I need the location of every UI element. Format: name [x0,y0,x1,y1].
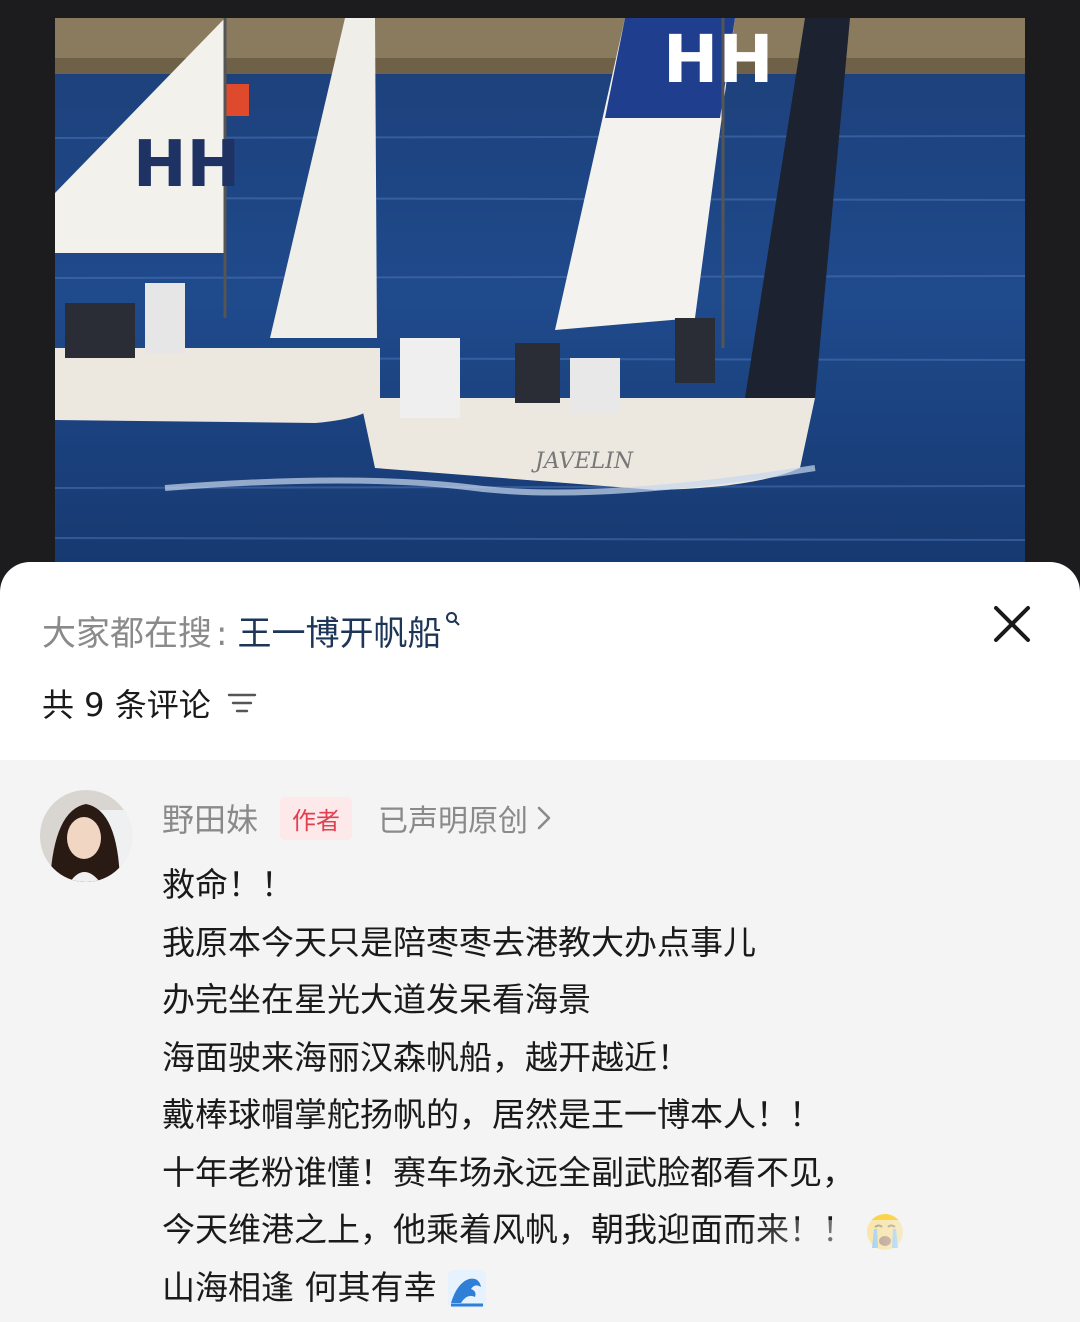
trending-search-prefix: 大家都在搜 [42,614,212,654]
water-wave-icon [447,1270,486,1308]
chevron-right-icon [537,806,551,830]
avatar[interactable] [40,790,132,882]
svg-text:JAVELIN: JAVELIN [531,449,634,474]
comment-line: 十年老粉谁懂！赛车场永远全副武脸都看不见， [162,1152,855,1192]
original-declared-link[interactable]: 已声明原创 [378,796,528,840]
comments-sheet: 大家都在搜 : 王一博开帆船 共 9 条评论 野田妹 作者 已声明原创 救命！！… [0,562,1080,1322]
comments-count: 共 9 条评论 [42,686,211,724]
comment-line: 办完坐在星光大道发呆看海景 [162,980,591,1019]
comment-line: 救命！！ [162,865,294,904]
search-icon [446,612,461,626]
close-icon[interactable] [990,602,1034,646]
post-photo: HH HH JAVELIN [55,18,1025,578]
bottom-fade [740,1220,1080,1322]
comment-item: 野田妹 作者 已声明原创 救命！！ 我原本今天只是陪枣枣去港教大办点事儿 办完坐… [0,760,1080,1322]
comment-meta: 野田妹 作者 已声明原创 [162,796,552,840]
comment-line-text: 山海相逢 何其有幸 [162,1267,437,1307]
username[interactable]: 野田妹 [162,795,258,841]
author-badge: 作者 [280,796,353,840]
sort-icon[interactable] [227,691,257,715]
comment-line: 我原本今天只是陪枣枣去港教大办点事儿 [162,922,756,962]
comment-line: 戴棒球帽掌舵扬帆的，居然是王一博本人！！ [162,1095,822,1134]
svg-text:HH: HH [663,21,773,98]
trending-search-separator: : [216,614,228,654]
comment-line: 海面驶来海丽汉森帆船，越开越近！ [162,1037,690,1077]
trending-search-term[interactable]: 王一博开帆船 [237,606,441,655]
svg-text:HH: HH [133,128,240,202]
trending-search[interactable]: 大家都在搜 : 王一博开帆船 [42,606,461,656]
comments-count-row: 共 9 条评论 [42,680,257,726]
